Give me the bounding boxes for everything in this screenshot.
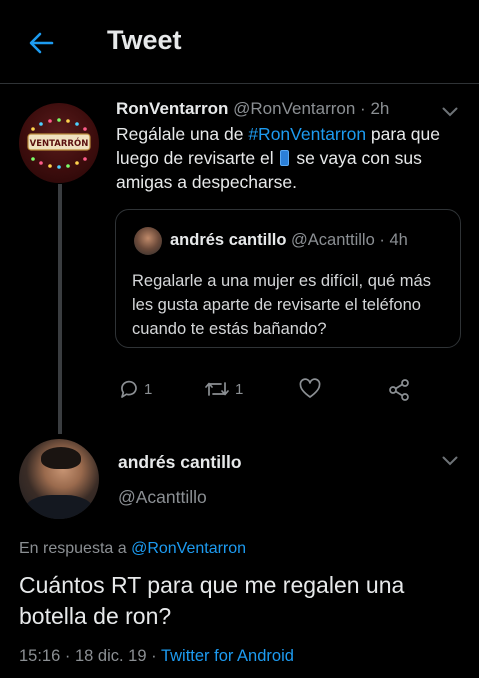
reply-button[interactable]: 1: [118, 378, 152, 400]
ventarron-logo: VENTARRÓN: [27, 133, 91, 151]
parent-tweet-header: RonVentarron @RonVentarron · 2h: [116, 99, 389, 119]
avatar-shirt: [24, 495, 94, 519]
parent-tweet-text: Regálale una de #RonVentarron para que l…: [116, 122, 446, 194]
reply-icon: [121, 380, 137, 398]
hashtag-link[interactable]: #RonVentarron: [248, 124, 366, 144]
reply-prefix: En respuesta a: [19, 540, 132, 557]
retweet-icon: [205, 382, 229, 396]
quoted-tweet-header: andrés cantillo @Acanttillo · 4h: [170, 231, 408, 250]
reply-to-link[interactable]: @RonVentarron: [131, 540, 246, 557]
retweet-button[interactable]: 1: [203, 378, 243, 400]
retweet-count: 1: [235, 380, 244, 398]
share-icon: [389, 379, 409, 401]
tweet-metadata: 15:16 · 18 dic. 19 · Twitter for Android: [19, 647, 294, 666]
reply-context: En respuesta a @RonVentarron: [19, 540, 246, 558]
avatar: [134, 227, 162, 255]
author-name: andrés cantillo: [170, 231, 287, 249]
chevron-down-icon: [442, 456, 458, 466]
svg-text:VENTARRÓN: VENTARRÓN: [30, 137, 89, 149]
tweet-time: 2h: [370, 99, 390, 118]
main-tweet-text: Cuántos RT para que me regalen una botel…: [19, 572, 405, 629]
like-button[interactable]: [298, 378, 322, 400]
author-handle[interactable]: @Acanttillo: [118, 487, 207, 508]
dot-separator: ·: [64, 647, 71, 665]
quoted-tweet-card[interactable]: andrés cantillo @Acanttillo · 4h Regalar…: [115, 209, 461, 348]
back-arrow-icon: [29, 32, 54, 54]
chevron-down-icon: [442, 107, 458, 117]
text-segment: Regálale una de: [116, 124, 249, 144]
thread-connector: [58, 184, 62, 434]
dot-separator: ·: [360, 99, 371, 118]
author-name[interactable]: andrés cantillo: [118, 452, 242, 473]
author-handle: @Acanttillo: [291, 231, 375, 249]
avatar-hair: [41, 447, 81, 469]
author-handle[interactable]: @RonVentarron: [233, 99, 355, 118]
tweet-options-button[interactable]: [439, 450, 461, 472]
author-name[interactable]: RonVentarron: [116, 99, 228, 118]
share-button[interactable]: [387, 378, 411, 402]
page-title: Tweet: [107, 25, 182, 55]
top-bar: Tweet: [0, 0, 479, 84]
avatar[interactable]: VENTARRÓN: [19, 103, 99, 183]
dot-separator: ·: [379, 231, 390, 249]
quoted-tweet-text: Regalarle a una mujer es difícil, qué má…: [132, 272, 431, 338]
tweet-source-link[interactable]: Twitter for Android: [161, 647, 294, 665]
heart-icon: [299, 378, 321, 398]
back-button[interactable]: [26, 28, 56, 58]
reply-count: 1: [144, 380, 153, 398]
tweet-options-button[interactable]: [439, 101, 461, 123]
tweet-time: 15:16: [19, 647, 61, 665]
tweet-date: 18 dic. 19: [74, 647, 147, 665]
avatar[interactable]: [19, 439, 99, 519]
tweet-time: 4h: [389, 231, 408, 249]
mobile-phone-emoji: [280, 150, 290, 166]
dot-separator: ·: [151, 647, 157, 665]
